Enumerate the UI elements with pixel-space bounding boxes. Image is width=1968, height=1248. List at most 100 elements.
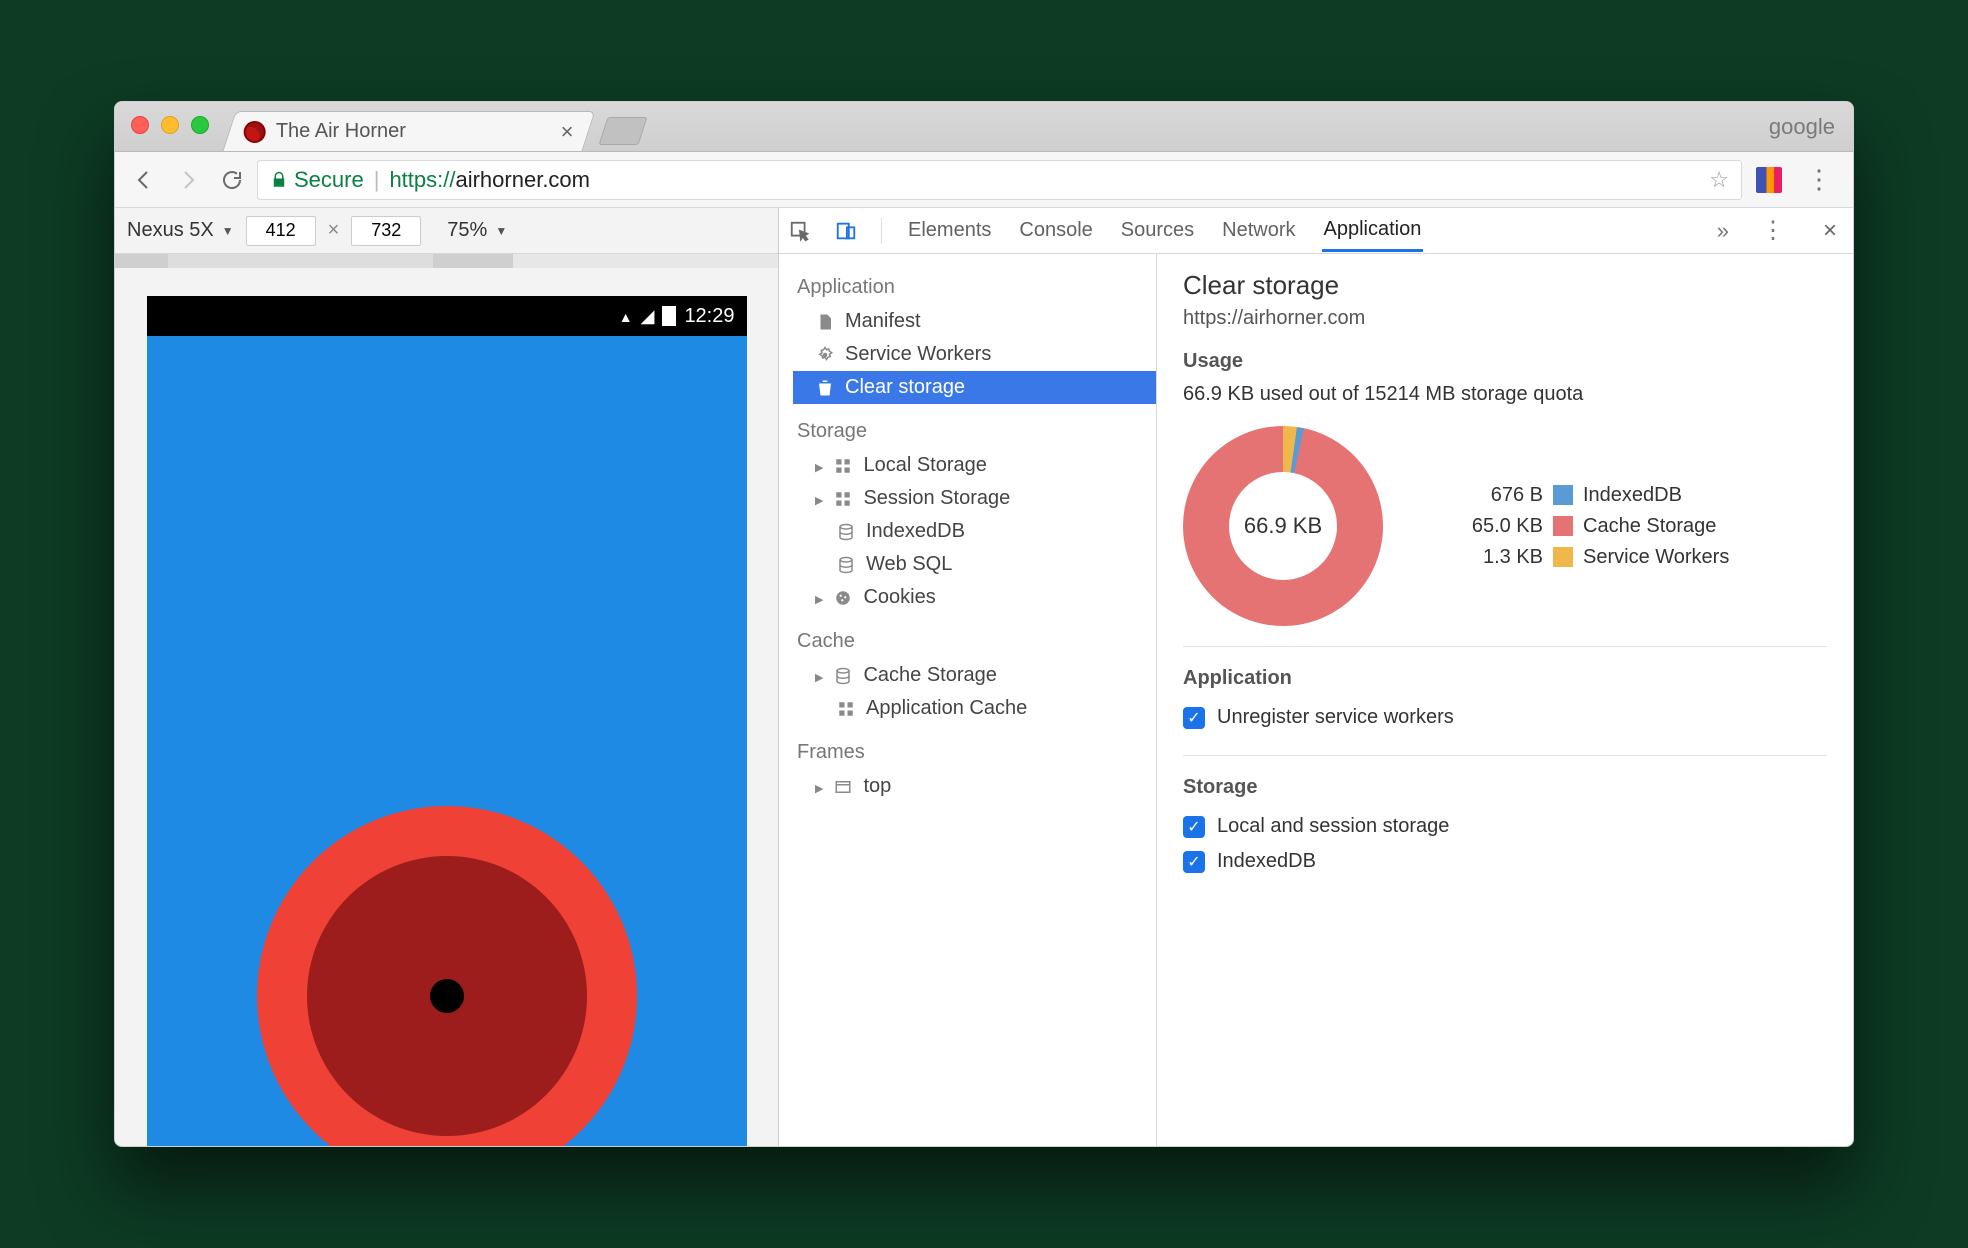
- legend-item-cache-storage: 65.0 KB Cache Storage: [1453, 515, 1729, 538]
- devtools-tabbar: Elements Console Sources Network Applica…: [779, 208, 1853, 254]
- tab-close-icon[interactable]: ×: [561, 119, 574, 145]
- tabs-overflow-icon[interactable]: »: [1717, 218, 1729, 244]
- trash-icon: [815, 379, 835, 397]
- checkbox-unregister-sw[interactable]: ✓ Unregister service workers: [1183, 700, 1827, 735]
- chevron-right-icon: [815, 664, 823, 687]
- sidebar-group-storage: Storage: [793, 414, 1156, 449]
- checkbox-indexeddb[interactable]: ✓ IndexedDB: [1183, 844, 1827, 879]
- emulated-viewport: 12:29: [115, 268, 778, 1146]
- database-icon: [836, 556, 856, 574]
- address-bar[interactable]: Secure | https://airhorner.com ☆: [257, 160, 1742, 200]
- sidebar-item-session-storage[interactable]: Session Storage: [793, 482, 1156, 515]
- extension-icon[interactable]: [1756, 167, 1782, 193]
- responsive-ruler: [115, 254, 778, 268]
- cookie-icon: [833, 589, 853, 607]
- sidebar-item-label: Local Storage: [863, 454, 986, 477]
- sidebar-item-application-cache[interactable]: Application Cache: [793, 692, 1156, 725]
- toggle-device-icon[interactable]: [835, 220, 857, 242]
- reload-button[interactable]: [213, 168, 251, 192]
- sidebar-item-clear-storage[interactable]: Clear storage: [793, 371, 1156, 404]
- device-width-input[interactable]: [246, 216, 316, 246]
- checkbox-icon: ✓: [1183, 851, 1205, 873]
- sidebar-item-label: Web SQL: [866, 553, 952, 576]
- tab-elements[interactable]: Elements: [906, 211, 993, 250]
- profile-label[interactable]: google: [1769, 114, 1835, 140]
- back-button[interactable]: [125, 168, 163, 192]
- panel-title: Clear storage: [1183, 270, 1827, 301]
- sidebar-item-manifest[interactable]: Manifest: [793, 305, 1156, 338]
- devtools: Elements Console Sources Network Applica…: [779, 208, 1853, 1146]
- sidebar-item-cookies[interactable]: Cookies: [793, 581, 1156, 614]
- legend-item-indexeddb: 676 B IndexedDB: [1453, 484, 1729, 507]
- emulated-screen[interactable]: 12:29: [147, 296, 747, 1146]
- donut-center-label: 66.9 KB: [1183, 426, 1383, 626]
- sidebar-item-websql[interactable]: Web SQL: [793, 548, 1156, 581]
- tab-network[interactable]: Network: [1220, 211, 1297, 250]
- device-height-input[interactable]: [351, 216, 421, 246]
- tab-sources[interactable]: Sources: [1119, 211, 1196, 250]
- frame-icon: [833, 778, 853, 796]
- grid-icon: [836, 700, 856, 718]
- chevron-right-icon: [815, 487, 823, 510]
- sidebar-item-indexeddb[interactable]: IndexedDB: [793, 515, 1156, 548]
- checkbox-icon: ✓: [1183, 816, 1205, 838]
- browser-tab[interactable]: The Air Horner ×: [223, 111, 596, 151]
- android-statusbar: 12:29: [147, 296, 747, 336]
- sidebar-item-service-workers[interactable]: Service Workers: [793, 338, 1156, 371]
- sidebar-group-frames: Frames: [793, 735, 1156, 770]
- forward-button[interactable]: [169, 168, 207, 192]
- sidebar-item-cache-storage[interactable]: Cache Storage: [793, 659, 1156, 692]
- sidebar-group-cache: Cache: [793, 624, 1156, 659]
- usage-heading: Usage: [1183, 350, 1827, 373]
- devtools-close-icon[interactable]: ×: [1817, 217, 1843, 245]
- zoom-select[interactable]: 75%: [447, 219, 507, 242]
- tab-console[interactable]: Console: [1017, 211, 1094, 250]
- close-window-icon[interactable]: [131, 116, 149, 134]
- chevron-right-icon: [815, 586, 823, 609]
- chevron-right-icon: [815, 775, 823, 798]
- dimension-separator: ×: [328, 219, 340, 242]
- database-icon: [836, 523, 856, 541]
- tab-application[interactable]: Application: [1322, 210, 1424, 252]
- new-tab-button[interactable]: [598, 117, 647, 145]
- airhorn-graphic[interactable]: [257, 806, 637, 1146]
- favicon-icon: [244, 121, 266, 143]
- legend-item-service-workers: 1.3 KB Service Workers: [1453, 546, 1729, 569]
- usage-legend: 676 B IndexedDB 65.0 KB Cache Storage: [1453, 484, 1729, 569]
- secure-label: Secure: [294, 167, 364, 193]
- legend-swatch-icon: [1553, 547, 1573, 567]
- panel-origin: https://airhorner.com: [1183, 307, 1827, 330]
- device-toolbar-panel: Nexus 5X × 75% 12:29: [115, 208, 779, 1146]
- sidebar-item-label: Application Cache: [866, 697, 1027, 720]
- checkbox-local-session[interactable]: ✓ Local and session storage: [1183, 809, 1827, 844]
- minimize-window-icon[interactable]: [161, 116, 179, 134]
- sidebar-item-label: Cache Storage: [863, 664, 996, 687]
- gear-icon: [815, 346, 835, 364]
- database-icon: [833, 667, 853, 685]
- chevron-right-icon: [815, 454, 823, 477]
- wifi-icon: [619, 305, 633, 328]
- device-select[interactable]: Nexus 5X: [127, 219, 234, 242]
- device-toolbar: Nexus 5X × 75%: [115, 208, 778, 254]
- statusbar-clock: 12:29: [684, 305, 734, 328]
- sidebar-item-label: Service Workers: [845, 343, 991, 366]
- bookmark-star-icon[interactable]: ☆: [1709, 167, 1729, 193]
- legend-swatch-icon: [1553, 485, 1573, 505]
- application-sidebar: Application Manifest Service Workers Cle…: [779, 254, 1157, 1146]
- grid-icon: [833, 490, 853, 508]
- clear-storage-panel: Clear storage https://airhorner.com Usag…: [1157, 254, 1853, 1146]
- maximize-window-icon[interactable]: [191, 116, 209, 134]
- inspect-element-icon[interactable]: [789, 220, 811, 242]
- browser-menu-icon[interactable]: ⋮: [1796, 164, 1843, 195]
- checkbox-icon: ✓: [1183, 707, 1205, 729]
- sidebar-group-application: Application: [793, 270, 1156, 305]
- battery-icon: [662, 306, 676, 326]
- secure-indicator: Secure: [270, 167, 364, 193]
- sidebar-item-local-storage[interactable]: Local Storage: [793, 449, 1156, 482]
- tab-title: The Air Horner: [276, 120, 406, 143]
- sidebar-item-top-frame[interactable]: top: [793, 770, 1156, 803]
- browser-window: The Air Horner × google Secure | https:/…: [114, 101, 1854, 1147]
- devtools-menu-icon[interactable]: ⋮: [1753, 216, 1793, 245]
- titlebar: The Air Horner × google: [115, 102, 1853, 152]
- sidebar-item-label: Clear storage: [845, 376, 965, 399]
